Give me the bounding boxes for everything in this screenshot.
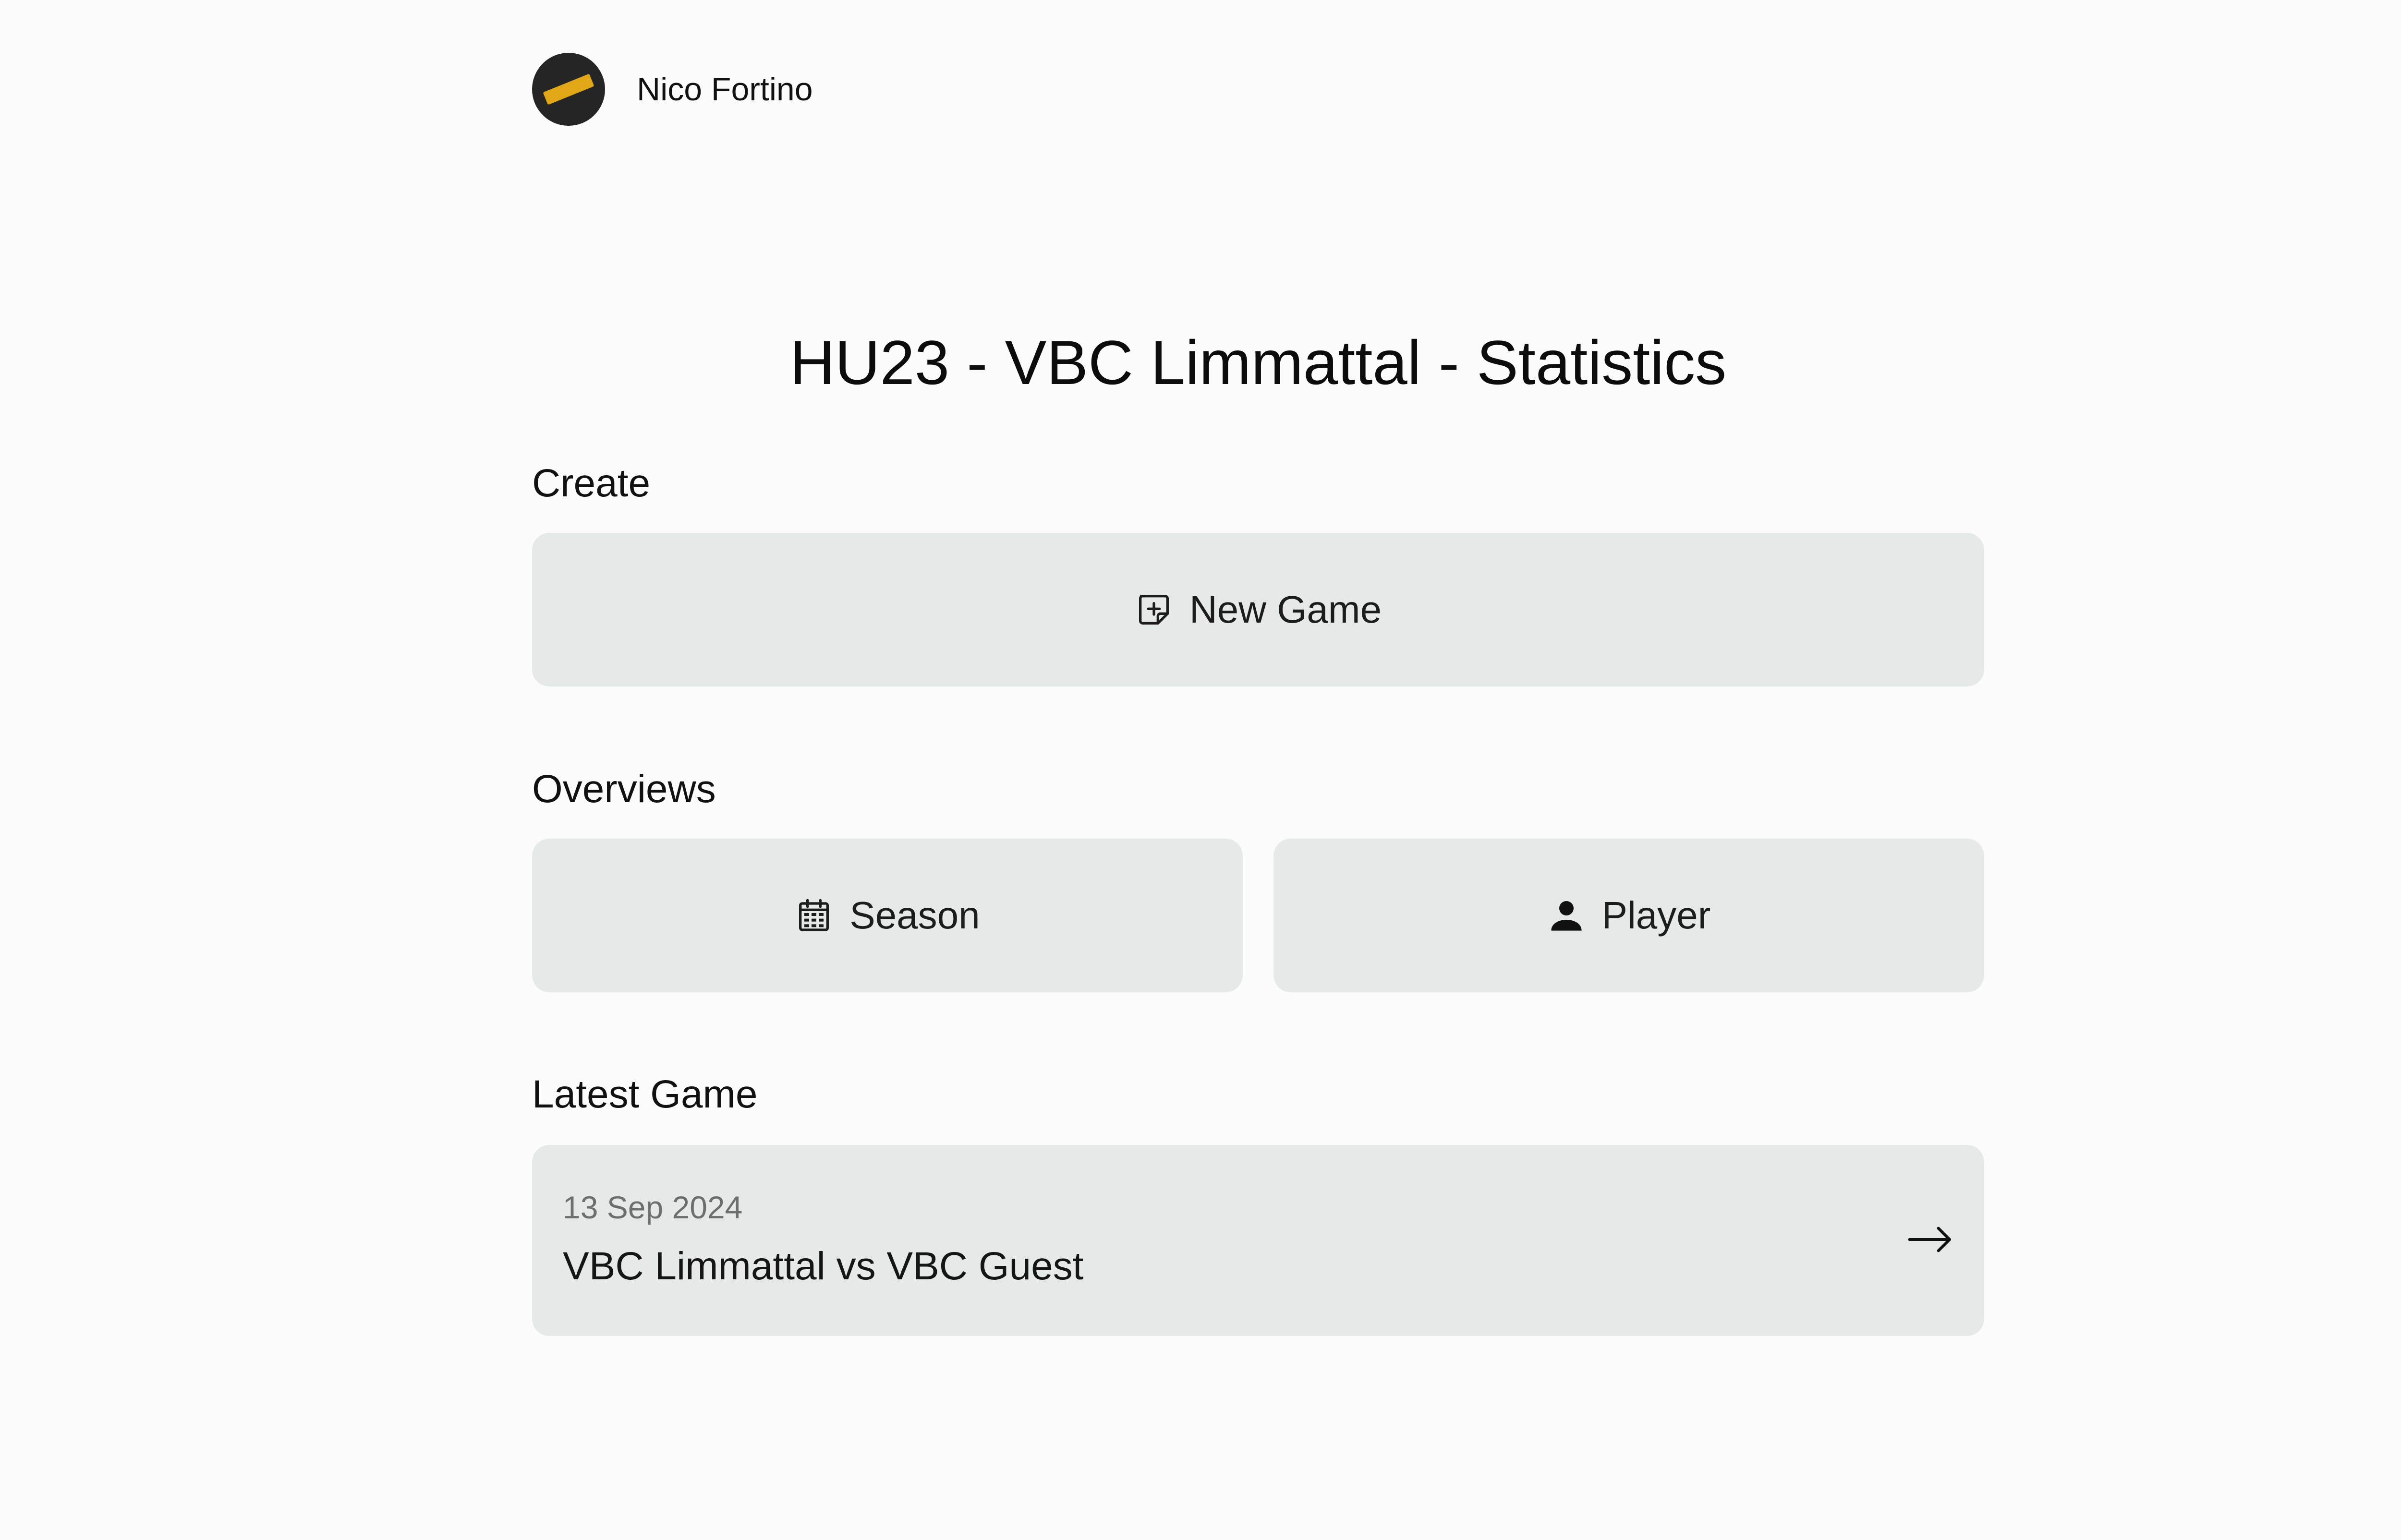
page-title: HU23 - VBC Limmattal - Statistics xyxy=(789,327,1727,397)
season-label: Season xyxy=(849,894,980,937)
section-label-latest-game: Latest Game xyxy=(532,1072,758,1116)
team-logo-icon xyxy=(543,73,594,105)
game-title: VBC Limmattal vs VBC Guest xyxy=(563,1244,1084,1288)
user-header: Nico Fortino xyxy=(532,53,813,126)
add-note-icon xyxy=(1139,595,1169,625)
game-date: 13 Sep 2024 xyxy=(563,1190,743,1225)
calendar-icon xyxy=(799,899,829,931)
username: Nico Fortino xyxy=(637,71,813,108)
person-icon xyxy=(1551,901,1582,931)
section-label-create: Create xyxy=(532,461,651,505)
arrow-right-icon xyxy=(1908,1227,1951,1252)
avatar[interactable] xyxy=(532,53,605,126)
player-button[interactable]: Player xyxy=(1273,839,1984,992)
section-label-overviews: Overviews xyxy=(532,767,716,811)
season-button[interactable]: Season xyxy=(532,839,1243,992)
app-root: Nico Fortino HU23 - VBC Limmattal - Stat… xyxy=(0,0,2401,1540)
player-label: Player xyxy=(1601,894,1711,937)
new-game-button[interactable]: New Game xyxy=(532,533,1984,686)
new-game-label: New Game xyxy=(1189,588,1382,631)
latest-game-card[interactable]: 13 Sep 2024 VBC Limmattal vs VBC Guest xyxy=(532,1145,1984,1336)
